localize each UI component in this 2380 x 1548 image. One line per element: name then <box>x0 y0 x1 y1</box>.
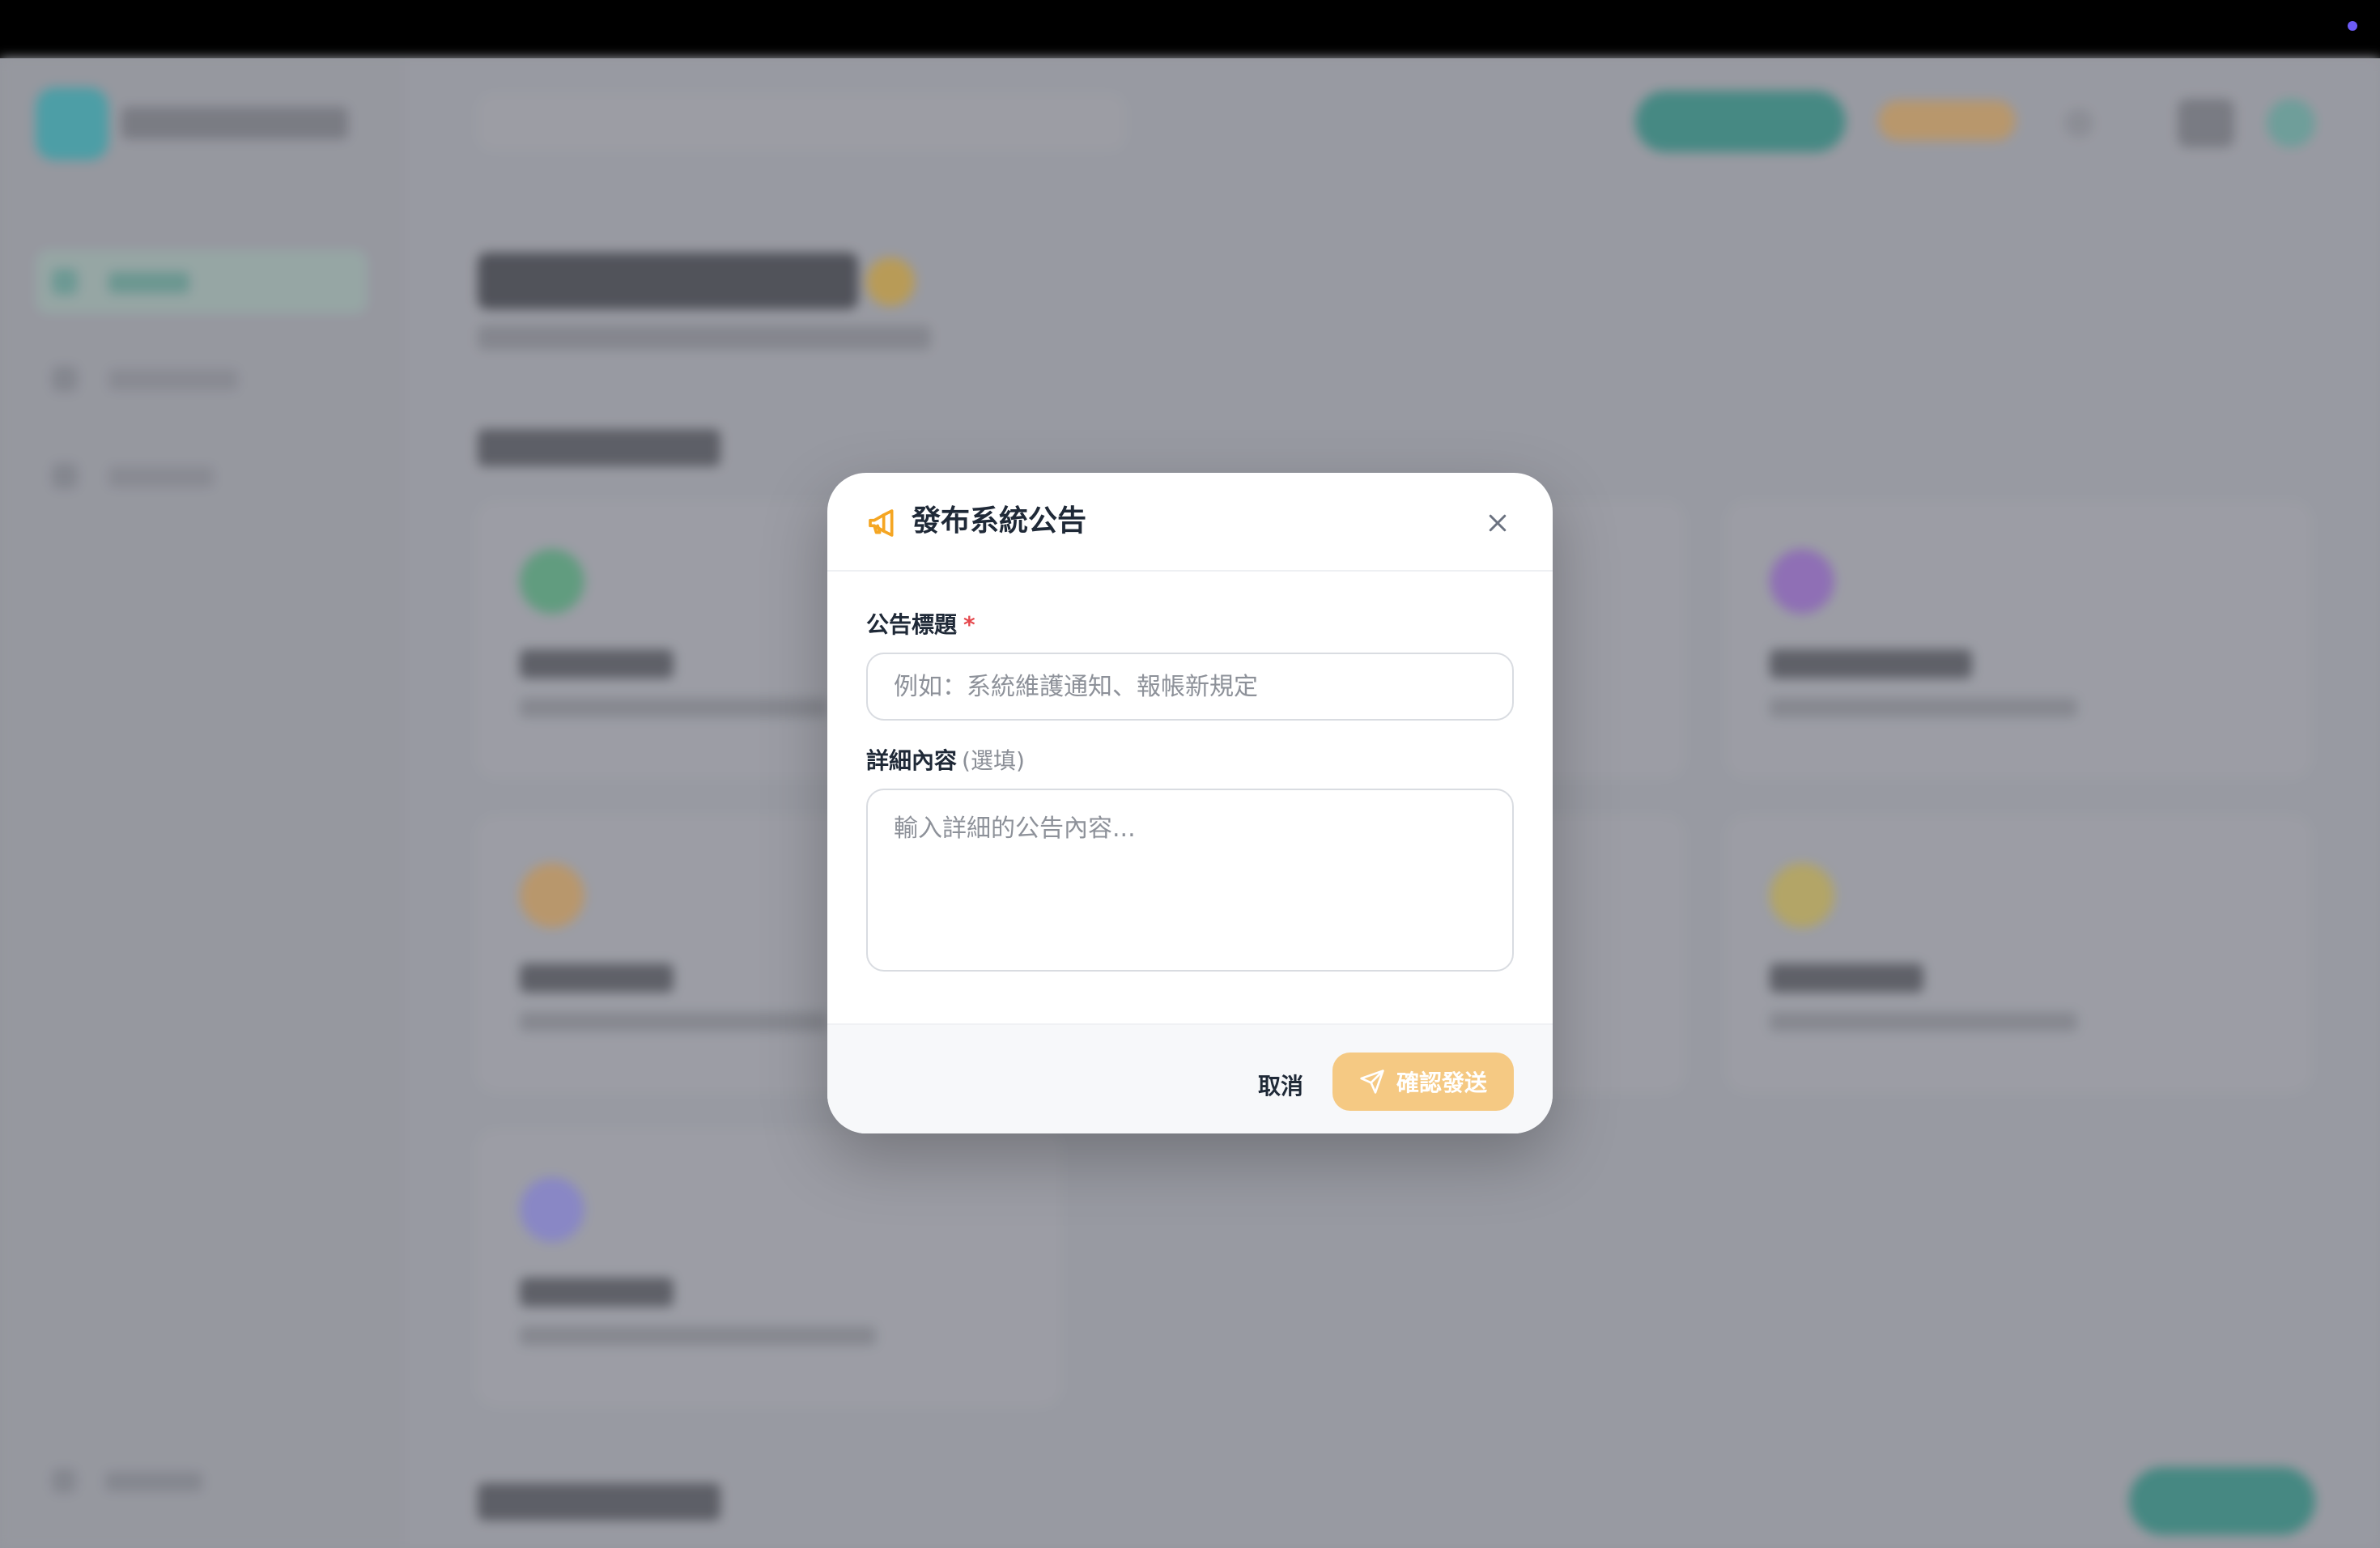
close-icon <box>1489 514 1507 532</box>
confirm-send-button[interactable]: 確認發送 <box>1332 1053 1514 1111</box>
confirm-label: 確認發送 <box>1396 1070 1487 1096</box>
close-button[interactable] <box>1480 505 1515 541</box>
content-field-label: 詳細內容 (選填) <box>866 746 1025 776</box>
megaphone-icon <box>869 509 894 537</box>
content-label-text: 詳細內容 <box>866 747 958 774</box>
modal-title: 發布系統公告 <box>912 504 1087 538</box>
announcement-title-input[interactable] <box>866 653 1514 721</box>
window-top-bar <box>0 0 2380 58</box>
title-label-text: 公告標題 <box>866 611 958 638</box>
optional-note: (選填) <box>962 747 1025 774</box>
send-icon <box>1360 1070 1384 1094</box>
status-dot <box>2348 21 2357 31</box>
title-field-label: 公告標題 * <box>866 610 975 640</box>
cancel-button[interactable]: 取消 <box>1216 1056 1345 1114</box>
required-mark: * <box>963 611 975 638</box>
announcement-content-textarea[interactable] <box>866 789 1514 972</box>
modal-footer: 取消 確認發送 <box>827 1023 1553 1133</box>
modal-header: 發布系統公告 <box>827 473 1553 572</box>
announcement-modal: 發布系統公告 公告標題* 詳細內容(選填) 取消 確認發送 <box>827 473 1553 1133</box>
